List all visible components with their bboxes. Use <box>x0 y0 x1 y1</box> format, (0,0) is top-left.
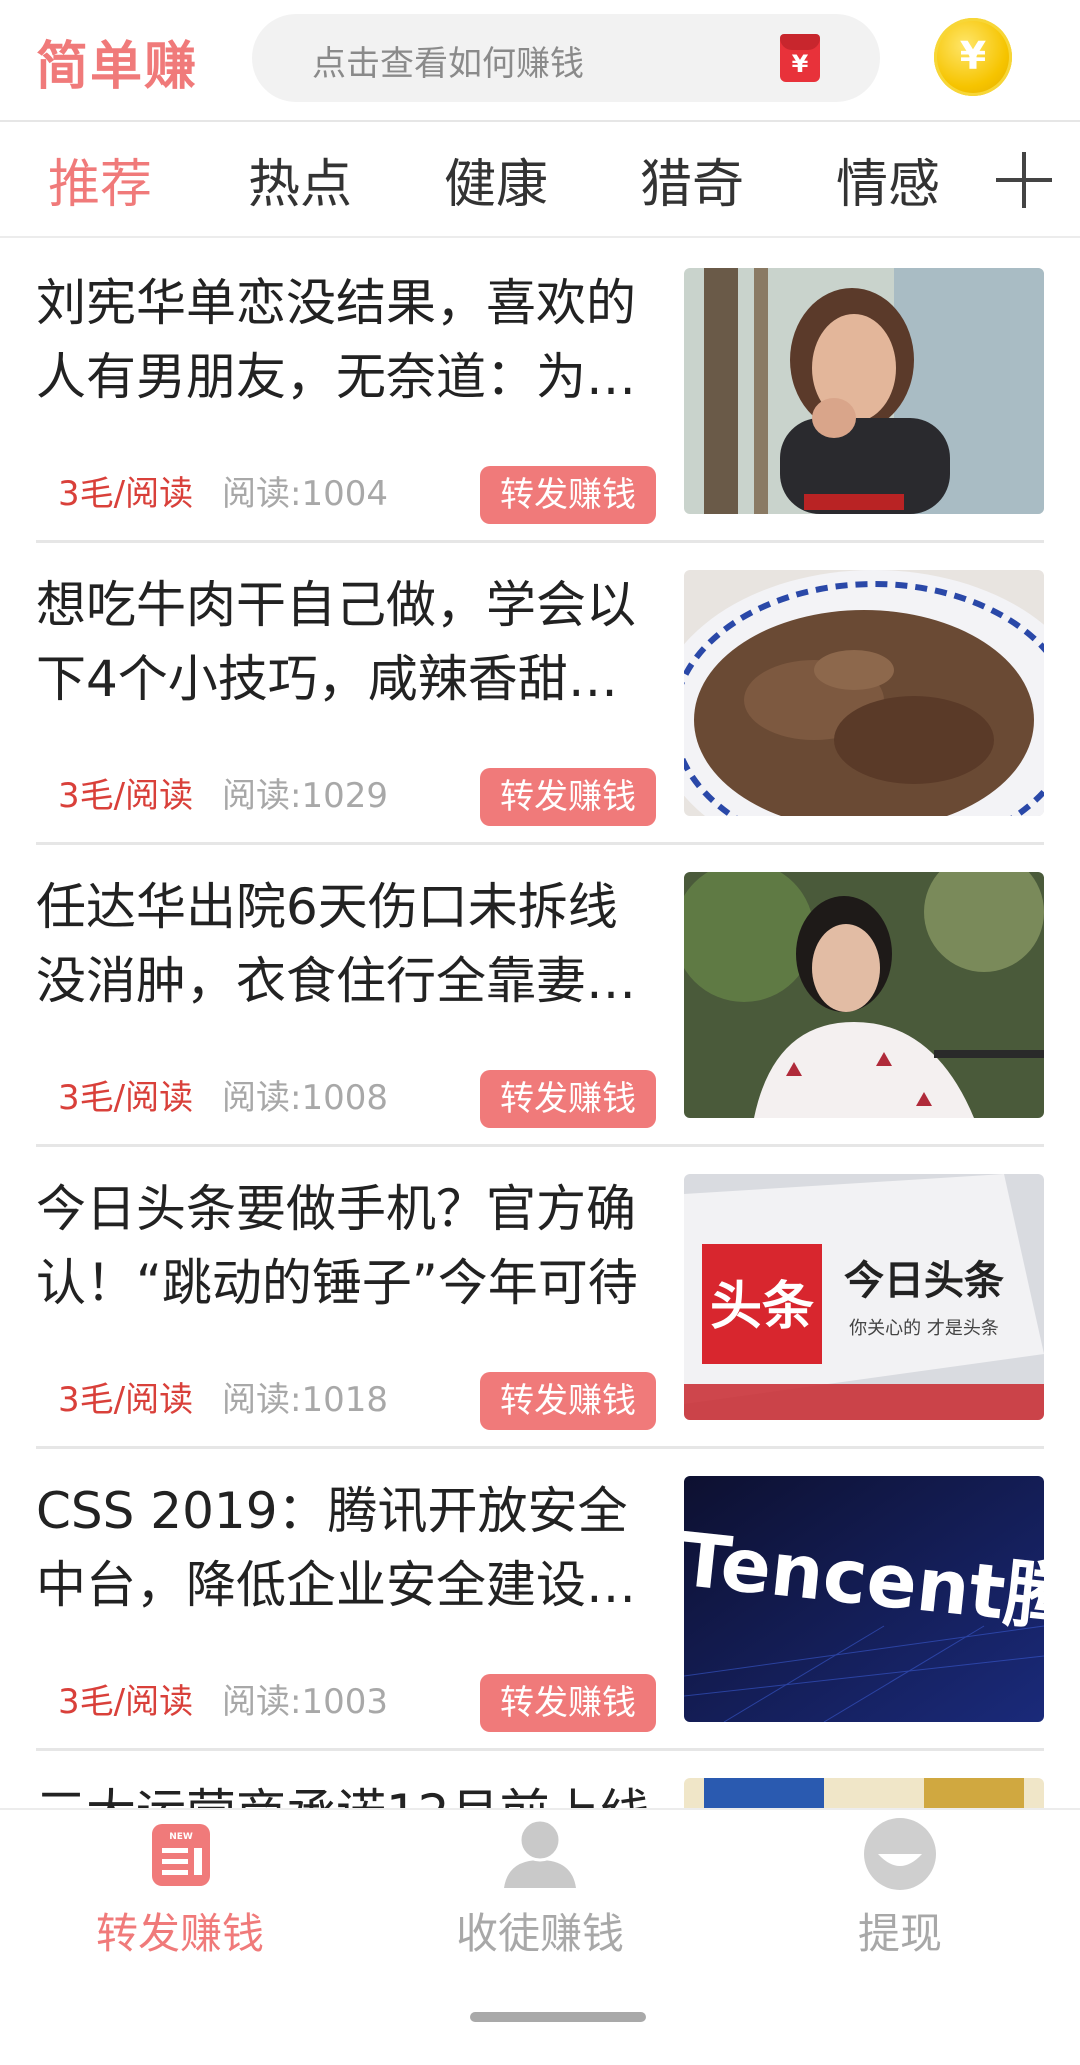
article-thumbnail[interactable]: 头条 今日头条 你关心的 才是头条 <box>684 1174 1044 1420</box>
article-thumbnail[interactable] <box>684 1778 1044 1808</box>
add-tab-icon[interactable] <box>996 152 1052 208</box>
toutiao-slogan-text: 你关心的 才是头条 <box>849 1318 999 1339</box>
share-earn-button[interactable]: 转发赚钱 <box>480 1070 656 1128</box>
article-read-count: 阅读:1004 <box>222 474 388 514</box>
share-earn-button[interactable]: 转发赚钱 <box>480 466 656 524</box>
app-logo: 简单赚 <box>36 37 199 97</box>
article-thumbnail[interactable]: Tencent腾 <box>684 1476 1044 1722</box>
tab-health[interactable]: 健康 <box>444 142 548 217</box>
search-bar[interactable]: 点击查看如何赚钱 ¥ <box>252 14 880 102</box>
article-read-count: 阅读:1003 <box>222 1682 388 1722</box>
article-price: 3毛/阅读 <box>58 776 194 816</box>
search-placeholder: 点击查看如何赚钱 <box>312 44 584 84</box>
tab-curiosity[interactable]: 猎奇 <box>640 142 744 217</box>
share-earn-button[interactable]: 转发赚钱 <box>480 1372 656 1430</box>
article-price: 3毛/阅读 <box>58 1078 194 1118</box>
article-card[interactable]: 三大运营商承诺12月前上线 <box>36 1748 1044 1808</box>
article-card[interactable]: CSS 2019：腾讯开放安全中台，降低企业安全建设门槛 3毛/阅读 阅读:10… <box>36 1446 1044 1751</box>
yuan-coin-icon[interactable]: ¥ <box>934 18 1012 96</box>
article-title[interactable]: 刘宪华单恋没结果，喜欢的人有男朋友，无奈道：为什么 <box>36 266 656 414</box>
article-card[interactable]: 任达华出院6天伤口未拆线没消肿，衣食住行全靠妻子照顾 3毛/阅读 阅读:1008… <box>36 842 1044 1147</box>
article-card[interactable]: 想吃牛肉干自己做，学会以下4个小技巧，咸辣香甜都可以 3毛/阅读 阅读:1029… <box>36 540 1044 845</box>
toutiao-main-text: 今日头条 <box>844 1258 1004 1304</box>
coin-yen: ¥ <box>959 34 987 78</box>
home-indicator[interactable] <box>470 2012 646 2022</box>
article-title[interactable]: CSS 2019：腾讯开放安全中台，降低企业安全建设门槛 <box>36 1474 656 1622</box>
article-thumbnail[interactable] <box>684 872 1044 1118</box>
tab-share-earn-label: 转发赚钱 <box>95 1909 264 1958</box>
tab-withdraw[interactable]: 提现 <box>720 1810 1080 2010</box>
share-earn-button[interactable]: 转发赚钱 <box>480 768 656 826</box>
article-card[interactable]: 刘宪华单恋没结果，喜欢的人有男朋友，无奈道：为什么 3毛/阅读 阅读:1004 … <box>36 238 1044 543</box>
bottom-tab-bar: NEW 转发赚钱 收徒赚钱 提现 <box>0 1808 1080 2065</box>
article-read-count: 阅读:1029 <box>222 776 388 816</box>
tab-hot[interactable]: 热点 <box>248 142 352 217</box>
article-price: 3毛/阅读 <box>58 474 194 514</box>
article-title[interactable]: 三大运营商承诺12月前上线 <box>36 1776 656 1808</box>
tab-recommend[interactable]: 推荐 <box>48 142 152 217</box>
toutiao-red-text: 头条 <box>710 1277 814 1337</box>
red-envelope-yen: ¥ <box>791 50 809 78</box>
tab-share-earn[interactable]: NEW 转发赚钱 <box>0 1810 360 2010</box>
svg-text:NEW: NEW <box>169 1832 193 1842</box>
tab-emotion[interactable]: 情感 <box>836 142 940 217</box>
withdraw-icon <box>864 1818 936 1890</box>
article-title[interactable]: 想吃牛肉干自己做，学会以下4个小技巧，咸辣香甜都可以 <box>36 568 656 716</box>
article-title[interactable]: 任达华出院6天伤口未拆线没消肿，衣食住行全靠妻子照顾 <box>36 870 656 1018</box>
tab-recruit-earn[interactable]: 收徒赚钱 <box>360 1810 720 2010</box>
article-read-count: 阅读:1018 <box>222 1380 388 1420</box>
news-icon: NEW <box>152 1824 210 1886</box>
article-price: 3毛/阅读 <box>58 1380 194 1420</box>
article-feed: 刘宪华单恋没结果，喜欢的人有男朋友，无奈道：为什么 3毛/阅读 阅读:1004 … <box>0 238 1080 1808</box>
article-read-count: 阅读:1008 <box>222 1078 388 1118</box>
category-tabs: 推荐 热点 健康 猎奇 情感 <box>0 122 1080 238</box>
article-price: 3毛/阅读 <box>58 1682 194 1722</box>
article-thumbnail[interactable] <box>684 268 1044 514</box>
red-envelope-icon[interactable]: ¥ <box>780 34 820 82</box>
article-thumbnail[interactable] <box>684 570 1044 816</box>
share-earn-button[interactable]: 转发赚钱 <box>480 1674 656 1732</box>
top-bar: 简单赚 点击查看如何赚钱 ¥ ¥ <box>0 0 1080 122</box>
red-envelope-flap <box>780 34 820 50</box>
article-title[interactable]: 今日头条要做手机？官方确认！“跳动的锤子”今年可待 <box>36 1172 656 1320</box>
tab-recruit-earn-label: 收徒赚钱 <box>455 1909 624 1958</box>
article-card[interactable]: 今日头条要做手机？官方确认！“跳动的锤子”今年可待 3毛/阅读 阅读:1018 … <box>36 1144 1044 1449</box>
person-icon <box>504 1818 576 1888</box>
tab-withdraw-label: 提现 <box>857 1909 942 1958</box>
